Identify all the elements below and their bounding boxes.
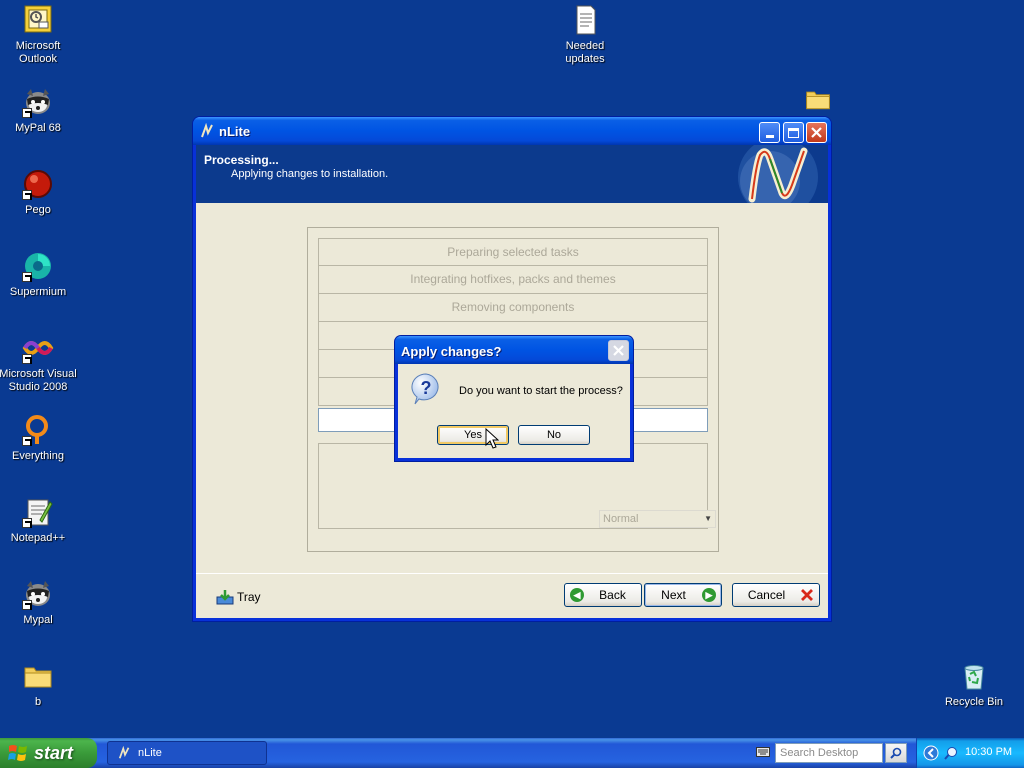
folder-icon[interactable] — [804, 85, 832, 113]
window-titlebar[interactable]: nLite — [193, 117, 831, 145]
maximize-button[interactable] — [783, 122, 804, 143]
start-label: start — [34, 742, 74, 763]
maximize-icon — [788, 127, 799, 138]
window-title: nLite — [219, 124, 251, 139]
dialog-close-button[interactable] — [608, 340, 629, 361]
desktop-icon-label: Pego — [25, 204, 51, 216]
tray-label: Tray — [237, 590, 261, 604]
keyboard-icon[interactable] — [756, 747, 770, 757]
task-item: Removing components — [318, 294, 708, 322]
dialog-message: Do you want to start the process? — [459, 385, 623, 397]
desktop-icon-label: Microsoft Visual Studio 2008 — [0, 368, 77, 393]
visual-studio-icon — [22, 332, 54, 364]
shortcut-arrow-icon — [22, 190, 32, 200]
svg-text:?: ? — [421, 378, 432, 398]
priority-value: Normal — [603, 513, 639, 525]
folder-icon — [22, 660, 54, 692]
footer-divider — [196, 573, 828, 574]
shortcut-arrow-icon — [22, 108, 32, 118]
desktop-icon-label: b — [34, 696, 42, 708]
shortcut-arrow-icon — [22, 354, 32, 364]
desktop-icon-label: Needed updates — [565, 40, 605, 65]
taskbar-item-label: nLite — [138, 747, 162, 759]
next-button[interactable]: Next ▶ — [644, 583, 722, 607]
priority-select[interactable]: Normal ▼ — [599, 510, 716, 528]
raccoon-icon — [22, 578, 54, 610]
shortcut-arrow-icon — [22, 518, 32, 528]
nlite-banner-logo-icon — [738, 145, 818, 203]
desktop-icon-visual-studio[interactable]: Microsoft Visual Studio 2008 — [0, 332, 78, 394]
dialog-title: Apply changes? — [401, 344, 502, 359]
raccoon-icon — [22, 86, 54, 118]
back-label: Back — [599, 588, 626, 602]
desktop-icon-label: Supermium — [9, 286, 67, 298]
tray-button[interactable]: Tray — [216, 589, 261, 605]
tray-icon — [216, 590, 234, 605]
shortcut-arrow-icon — [22, 436, 32, 446]
next-arrow-icon: ▶ — [702, 588, 716, 602]
close-button[interactable] — [806, 122, 827, 143]
desktop-icon-pego[interactable]: Pego — [0, 168, 78, 217]
windows-logo-icon — [8, 745, 27, 761]
shortcut-arrow-icon — [22, 600, 32, 610]
desktop-icon-folder-b[interactable]: b — [0, 660, 78, 709]
cancel-button[interactable]: Cancel — [732, 583, 820, 607]
recycle-bin-icon — [958, 660, 990, 692]
red-x-icon — [801, 589, 813, 601]
nlite-logo-icon — [201, 123, 213, 138]
clock: 10:30 PM — [965, 746, 1013, 758]
minimize-icon — [765, 135, 774, 138]
supermium-icon — [22, 250, 54, 282]
minimize-button[interactable] — [759, 122, 780, 143]
outlook-icon — [22, 4, 54, 36]
search-icon — [890, 747, 902, 759]
taskbar-item-nlite[interactable]: nLite — [107, 741, 267, 765]
dialog-titlebar[interactable]: Apply changes? — [395, 336, 633, 364]
question-icon: ? — [411, 373, 439, 405]
pego-icon — [22, 168, 54, 200]
desktop-icon-notepadpp[interactable]: Notepad++ — [0, 496, 78, 545]
header-subtitle: Applying changes to installation. — [231, 168, 389, 180]
search-desktop-input[interactable]: Search Desktop — [775, 743, 883, 763]
mouse-cursor-icon — [485, 428, 499, 449]
start-button[interactable]: start — [0, 738, 97, 768]
desktop-icon-label: Recycle Bin — [944, 696, 1004, 708]
notepadpp-icon — [22, 496, 54, 528]
desktop-icon-label: Mypal — [23, 614, 53, 626]
next-label: Next — [661, 588, 686, 602]
system-tray: 10:30 PM — [916, 738, 1024, 768]
shortcut-arrow-icon — [22, 272, 32, 282]
desktop-icon-mypal68[interactable]: MyPal 68 — [0, 86, 78, 135]
desktop-icon-label: Everything — [12, 450, 64, 462]
search-button[interactable] — [885, 743, 907, 763]
desktop-icon-needed-updates[interactable]: Needed updates — [545, 4, 625, 66]
desktop-icon-label: Microsoft Outlook — [15, 40, 61, 65]
desktop-icon-supermium[interactable]: Supermium — [0, 250, 78, 299]
desktop-icon-recycle-bin[interactable]: Recycle Bin — [934, 660, 1014, 709]
header-title: Processing... — [204, 153, 279, 167]
cancel-label: Cancel — [747, 588, 786, 602]
desktop-icon-label: MyPal 68 — [15, 122, 61, 134]
desktop-icon-label: Notepad++ — [10, 532, 66, 544]
desktop-icon-mypal[interactable]: Mypal — [0, 578, 78, 627]
nlite-logo-icon — [118, 746, 130, 759]
task-item: Integrating hotfixes, packs and themes — [318, 266, 708, 294]
back-arrow-icon: ◀ — [570, 588, 584, 602]
show-hidden-icons-icon[interactable] — [923, 745, 939, 761]
everything-search-icon — [22, 414, 54, 446]
header-band: Processing... Applying changes to instal… — [196, 145, 828, 203]
back-button[interactable]: ◀ Back — [564, 583, 642, 607]
apply-changes-dialog: Apply changes? ? Do you want to start th… — [395, 336, 633, 461]
no-button[interactable]: No — [518, 425, 590, 445]
close-icon — [613, 345, 624, 356]
desktop-icon-everything[interactable]: Everything — [0, 414, 78, 463]
text-document-icon — [569, 4, 601, 36]
desktop-icon-outlook[interactable]: Microsoft Outlook — [0, 4, 78, 66]
network-icon[interactable] — [944, 746, 958, 760]
task-item: Preparing selected tasks — [318, 238, 708, 266]
close-icon — [811, 127, 822, 138]
taskbar: start nLite Search Desktop 10:30 PM — [0, 738, 1024, 768]
chevron-down-icon: ▼ — [704, 514, 712, 523]
